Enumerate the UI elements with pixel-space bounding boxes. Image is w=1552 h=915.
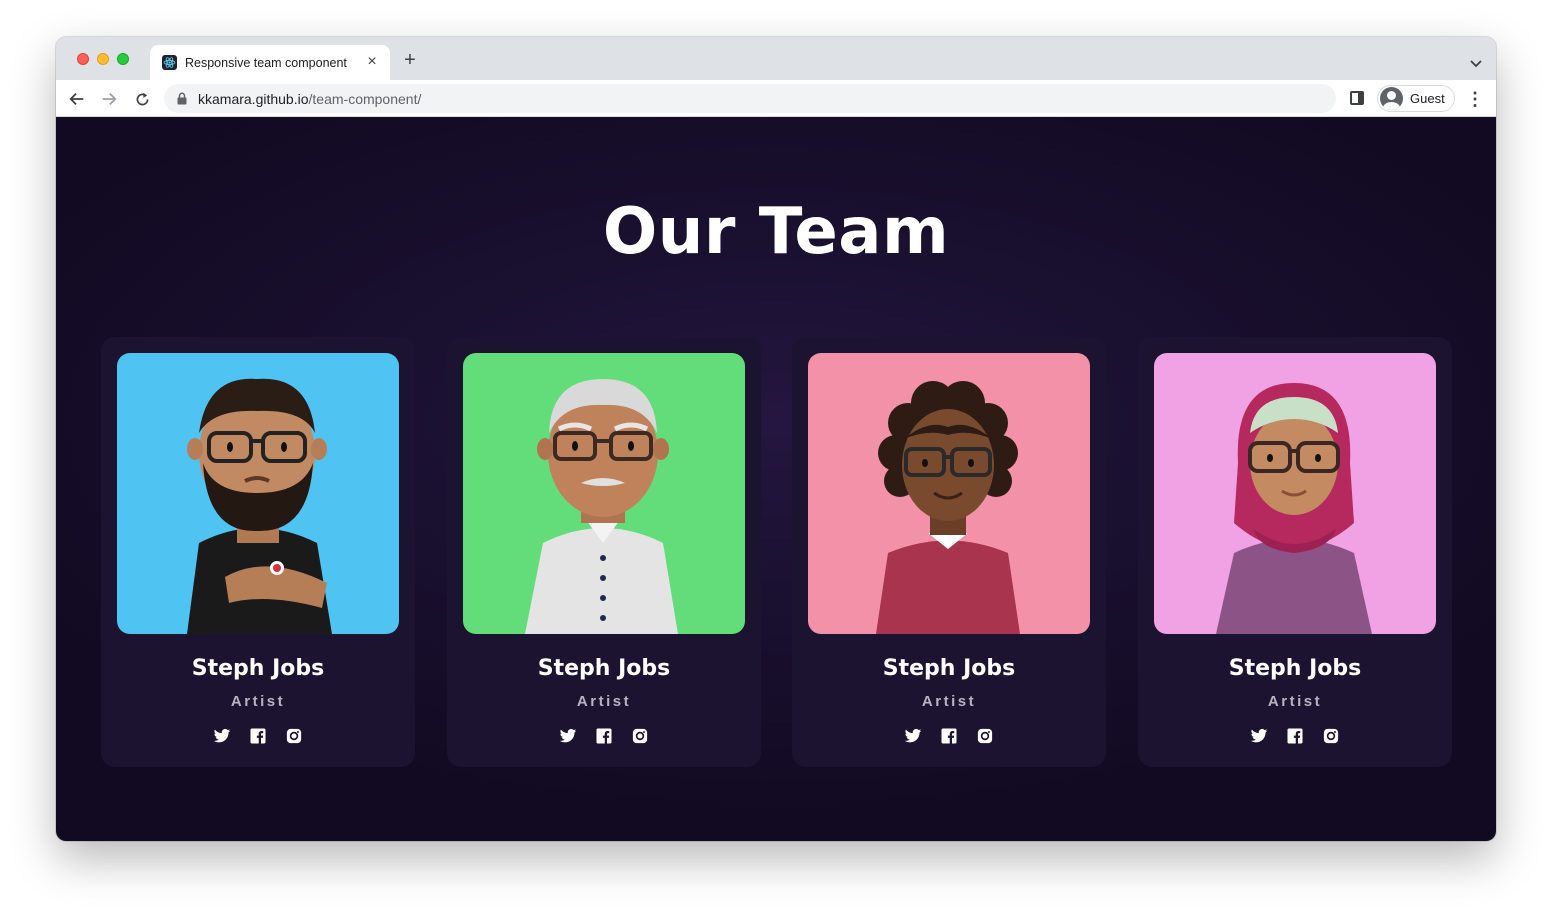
- team-card: Steph Jobs Artist: [101, 337, 415, 767]
- profile-button[interactable]: Guest: [1377, 85, 1455, 112]
- member-role: Artist: [230, 693, 286, 710]
- instagram-icon[interactable]: [976, 727, 994, 745]
- team-card: Steph Jobs Artist: [1138, 337, 1452, 767]
- twitter-icon[interactable]: [904, 727, 922, 745]
- member-name: Steph Jobs: [1228, 656, 1362, 681]
- browser-toolbar: kkamara.github.io/team-component/ Guest …: [56, 80, 1496, 117]
- url-text: kkamara.github.io/team-component/: [198, 91, 421, 107]
- profile-avatar-icon: [1380, 87, 1403, 110]
- url-host: kkamara.github.io: [198, 91, 309, 107]
- member-role: Artist: [921, 693, 977, 710]
- twitter-icon[interactable]: [559, 727, 577, 745]
- instagram-icon[interactable]: [285, 727, 303, 745]
- social-links: [447, 727, 761, 745]
- team-card: Steph Jobs Artist: [447, 337, 761, 767]
- tab-strip: Responsive team component × +: [56, 37, 1496, 80]
- reload-icon[interactable]: [132, 89, 152, 109]
- social-links: [1138, 727, 1452, 745]
- tab-search-chevron-icon[interactable]: [1470, 55, 1482, 68]
- tab-title: Responsive team component: [185, 56, 347, 70]
- facebook-icon[interactable]: [595, 727, 613, 745]
- minimize-window-button[interactable]: [97, 53, 109, 65]
- twitter-icon[interactable]: [213, 727, 231, 745]
- page-title: Our Team: [602, 195, 950, 269]
- team-member-photo: [1154, 353, 1436, 634]
- twitter-icon[interactable]: [1250, 727, 1268, 745]
- team-member-photo: [808, 353, 1090, 634]
- page-viewport: Our Team Steph Jobs Artist Steph Jobs Ar…: [56, 117, 1496, 841]
- instagram-icon[interactable]: [631, 727, 649, 745]
- browser-menu-icon[interactable]: ⋮: [1466, 90, 1484, 108]
- instagram-icon[interactable]: [1322, 727, 1340, 745]
- facebook-icon[interactable]: [940, 727, 958, 745]
- member-role: Artist: [576, 693, 632, 710]
- older-man-avatar: [463, 353, 745, 634]
- forward-arrow-icon[interactable]: [99, 89, 119, 109]
- facebook-icon[interactable]: [1286, 727, 1304, 745]
- url-path: /team-component/: [308, 91, 422, 107]
- hijab-woman-avatar: [1154, 353, 1436, 634]
- profile-label: Guest: [1410, 91, 1445, 106]
- member-name: Steph Jobs: [882, 656, 1016, 681]
- member-name: Steph Jobs: [191, 656, 325, 681]
- back-arrow-icon[interactable]: [67, 89, 87, 109]
- browser-tab[interactable]: Responsive team component ×: [150, 45, 390, 80]
- maximize-window-button[interactable]: [117, 53, 129, 65]
- facebook-icon[interactable]: [249, 727, 267, 745]
- react-favicon-icon: [162, 55, 177, 70]
- bearded-man-avatar: [117, 353, 399, 634]
- team-member-photo: [463, 353, 745, 634]
- tab-close-icon[interactable]: ×: [364, 54, 380, 70]
- social-links: [101, 727, 415, 745]
- close-window-button[interactable]: [77, 53, 89, 65]
- member-name: Steph Jobs: [537, 656, 671, 681]
- member-role: Artist: [1267, 693, 1323, 710]
- social-links: [792, 727, 1106, 745]
- team-card: Steph Jobs Artist: [792, 337, 1106, 767]
- address-bar[interactable]: kkamara.github.io/team-component/: [164, 84, 1336, 113]
- team-member-photo: [117, 353, 399, 634]
- browser-window: Responsive team component × + kkamara.gi…: [56, 37, 1496, 841]
- curly-hair-woman-avatar: [808, 353, 1090, 634]
- lock-icon[interactable]: [177, 92, 187, 105]
- new-tab-button[interactable]: +: [401, 50, 419, 70]
- side-panel-icon[interactable]: [1350, 91, 1364, 105]
